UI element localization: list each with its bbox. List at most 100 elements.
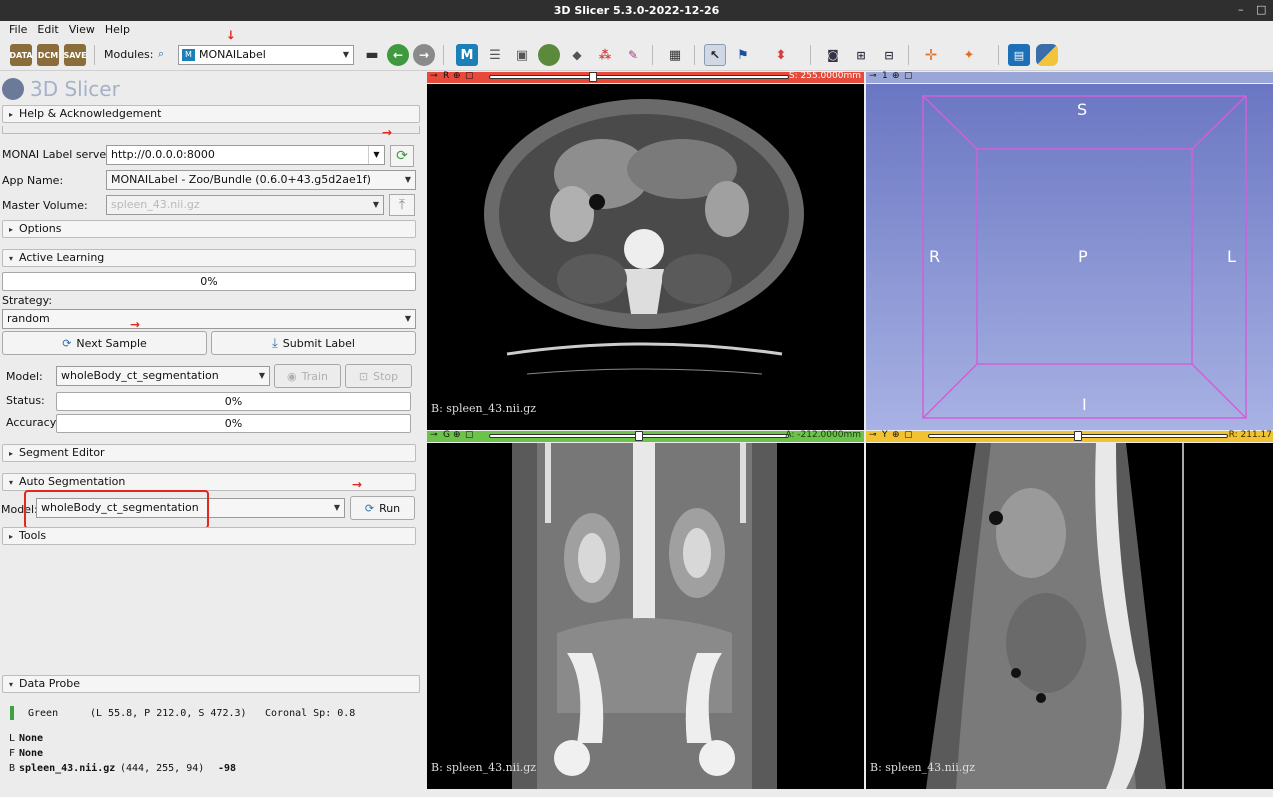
chevron-down-icon[interactable]: ▼ bbox=[368, 146, 384, 164]
transforms-icon[interactable]: ◆ bbox=[566, 44, 588, 66]
toolbar-separator bbox=[94, 45, 95, 65]
pin-icon[interactable]: ⊸ bbox=[869, 430, 877, 440]
green-slice-slider[interactable] bbox=[489, 431, 789, 441]
run-label: Run bbox=[379, 501, 401, 515]
menu-file[interactable]: File bbox=[4, 21, 32, 39]
pin-icon[interactable]: ⊸ bbox=[430, 430, 438, 440]
view-options-icon[interactable]: ▢ bbox=[465, 430, 474, 440]
layout-icon[interactable]: ▦ bbox=[664, 44, 686, 66]
screenshot-icon[interactable]: ◙ bbox=[822, 44, 844, 66]
volumes-icon[interactable]: ▣ bbox=[511, 44, 533, 66]
view-options-icon[interactable]: ▢ bbox=[904, 430, 913, 440]
link-icon[interactable]: ⊕ bbox=[892, 71, 900, 81]
maximize-button[interactable]: □ bbox=[1256, 0, 1266, 21]
segment-editor-section[interactable]: ▸ Segment Editor bbox=[2, 444, 416, 462]
probe-spacing: Coronal Sp: 0.8 bbox=[265, 708, 356, 719]
threed-view-controller: ⊸ 1 ⊕ ▢ bbox=[866, 71, 1273, 83]
tools-section[interactable]: ▸ Tools bbox=[2, 527, 416, 545]
axial-ct-image bbox=[484, 99, 804, 375]
models-icon[interactable] bbox=[538, 44, 560, 66]
forward-arrow-icon[interactable]: → bbox=[413, 44, 435, 66]
module-selector[interactable]: M MONAILabel ▼ bbox=[178, 45, 354, 65]
master-volume-combo[interactable]: spleen_43.nii.gz ▼ bbox=[106, 195, 384, 215]
train-button[interactable]: ◉ Train bbox=[274, 364, 341, 388]
green-slice-view[interactable]: B: spleen_43.nii.gz bbox=[427, 443, 864, 789]
red-slice-slider[interactable] bbox=[489, 72, 789, 82]
minimize-button[interactable]: – bbox=[1238, 0, 1244, 21]
data-module-icon[interactable]: ☰ bbox=[484, 44, 506, 66]
section-label: Help & Acknowledgement bbox=[19, 107, 162, 120]
app-name-combo[interactable]: MONAILabel - Zoo/Bundle (0.6.0+43.g5d2ae… bbox=[106, 170, 416, 190]
pin-icon[interactable]: ⊸ bbox=[430, 71, 438, 81]
data-probe-section[interactable]: ▾ Data Probe bbox=[2, 675, 420, 693]
axis-left: L bbox=[1227, 247, 1236, 266]
search-icon[interactable]: ⌕ bbox=[158, 47, 164, 61]
link-icon[interactable]: ⊕ bbox=[892, 430, 900, 440]
save-icon[interactable]: SAVE bbox=[63, 44, 87, 66]
yellow-slice-view[interactable]: B: spleen_43.nii.gz bbox=[866, 443, 1273, 789]
segment-editor-icon[interactable]: ✎ bbox=[622, 44, 644, 66]
dicom-icon[interactable]: DCM bbox=[37, 44, 59, 66]
menu-bar: File Edit View Help bbox=[0, 21, 1273, 39]
strategy-combo[interactable]: random ▼ bbox=[2, 309, 416, 329]
green-slice-offset: A: -212.0000mm bbox=[785, 430, 861, 440]
pin-icon[interactable]: ⊸ bbox=[869, 71, 877, 81]
markups-icon[interactable]: ⁂ bbox=[594, 44, 616, 66]
axis-inferior: I bbox=[1082, 395, 1087, 414]
server-url-input[interactable]: http://0.0.0.0:8000 ▼ bbox=[106, 145, 385, 165]
yellow-slider-thumb[interactable] bbox=[1074, 431, 1082, 441]
red-view-caption: B: spleen_43.nii.gz bbox=[431, 402, 537, 415]
link-icon[interactable]: ⊕ bbox=[453, 71, 461, 81]
load-data-icon[interactable]: DATA bbox=[9, 44, 33, 66]
view-options-icon[interactable]: ▢ bbox=[465, 71, 474, 81]
probe-view-name: Green bbox=[28, 708, 59, 719]
yellow-slice-slider[interactable] bbox=[928, 431, 1228, 441]
train-model-combo[interactable]: wholeBody_ct_segmentation ▼ bbox=[56, 366, 270, 386]
slicer-logo-text: 3D Slicer bbox=[30, 77, 120, 101]
chevron-down-icon: ▼ bbox=[372, 200, 379, 209]
crosshair-icon[interactable]: ✛ bbox=[920, 44, 942, 66]
python-console-icon[interactable] bbox=[1036, 44, 1058, 66]
view-options-icon[interactable]: ▢ bbox=[904, 71, 913, 81]
yellow-view-letter: Y bbox=[882, 430, 888, 440]
coronal-ct-image bbox=[512, 443, 777, 789]
options-section[interactable]: ▸ Options bbox=[2, 220, 416, 238]
active-learning-section[interactable]: ▾ Active Learning bbox=[2, 249, 416, 267]
place-fiducial-icon[interactable]: ⬍ bbox=[770, 44, 792, 66]
chevron-down-icon: ▼ bbox=[258, 371, 265, 380]
pointer-icon[interactable]: ↖ bbox=[704, 44, 726, 66]
upload-volume-button[interactable]: ⤒ bbox=[389, 194, 415, 216]
extension-icon[interactable]: ⊞ bbox=[850, 44, 872, 66]
title-bar: 3D Slicer 5.3.0-2022-12-26 – □ bbox=[0, 0, 1273, 21]
back-arrow-icon[interactable]: ← bbox=[387, 44, 409, 66]
extension-manager-icon[interactable]: ⊟ bbox=[878, 44, 900, 66]
window-level-icon[interactable]: ⚑ bbox=[732, 44, 754, 66]
stop-icon: ⊡ bbox=[358, 369, 369, 383]
help-acknowledgement-section[interactable]: ▸ Help & Acknowledgement bbox=[2, 105, 420, 123]
red-slider-thumb[interactable] bbox=[589, 72, 597, 82]
active-learning-progress: 0% bbox=[2, 272, 416, 291]
refresh-server-button[interactable]: ⟳ bbox=[390, 145, 414, 167]
chevron-down-icon: ▼ bbox=[404, 175, 411, 184]
submit-label-text: Submit Label bbox=[282, 336, 355, 350]
extension-wizard-icon[interactable]: ▤ bbox=[1008, 44, 1030, 66]
chevron-down-icon: ▼ bbox=[342, 50, 349, 59]
stop-button[interactable]: ⊡ Stop bbox=[345, 364, 412, 388]
probe-b-name: spleen_43.nii.gz bbox=[19, 763, 116, 774]
green-slider-thumb[interactable] bbox=[635, 431, 643, 441]
section-label: Active Learning bbox=[19, 251, 105, 264]
axis-right: R bbox=[929, 247, 941, 266]
module-history-icon[interactable]: ▬ bbox=[361, 44, 383, 66]
monai-icon: M bbox=[182, 49, 195, 61]
monai-module-icon[interactable]: M bbox=[456, 44, 478, 66]
menu-view[interactable]: View bbox=[64, 21, 100, 39]
menu-help[interactable]: Help bbox=[100, 21, 135, 39]
run-button[interactable]: ⟳ Run bbox=[350, 496, 415, 520]
menu-edit[interactable]: Edit bbox=[32, 21, 63, 39]
threed-view[interactable]: S R P L I bbox=[866, 84, 1273, 430]
link-icon[interactable]: ⊕ bbox=[453, 430, 461, 440]
view-link-icon[interactable]: ✦ bbox=[958, 44, 980, 66]
red-slice-view[interactable]: B: spleen_43.nii.gz bbox=[427, 84, 864, 430]
submit-label-button[interactable]: ⤓ Submit Label bbox=[211, 331, 416, 355]
next-sample-button[interactable]: ⟳ Next Sample bbox=[2, 331, 207, 355]
